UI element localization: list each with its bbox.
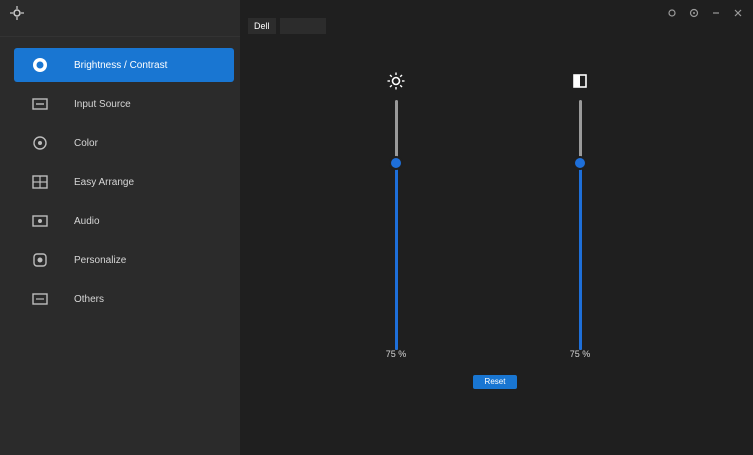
others-icon xyxy=(32,291,48,307)
sidebar-item-audio[interactable]: Audio xyxy=(14,204,234,238)
reset-button[interactable]: Reset xyxy=(473,375,517,389)
app-window: Brightness / Contrast Input Source Color… xyxy=(0,0,753,455)
brightness-value: 75 % xyxy=(385,349,407,359)
sidebar-item-label: Personalize xyxy=(74,254,127,266)
sidebar-nav: Brightness / Contrast Input Source Color… xyxy=(14,48,234,321)
sidebar-header xyxy=(0,0,240,37)
tab-monitor-1[interactable]: Dell xyxy=(248,18,276,34)
contrast-slider[interactable]: 75 % xyxy=(565,72,595,372)
easy-arrange-icon xyxy=(32,174,48,190)
sidebar-item-label: Input Source xyxy=(74,98,131,110)
tab-monitor-2[interactable] xyxy=(280,18,326,34)
slider-handle[interactable] xyxy=(573,155,587,170)
color-icon xyxy=(32,135,48,151)
close-icon[interactable] xyxy=(733,8,743,18)
audio-icon xyxy=(32,213,48,229)
help-icon[interactable] xyxy=(689,8,699,18)
settings-icon[interactable] xyxy=(667,8,677,18)
sidebar-item-brightness-contrast[interactable]: Brightness / Contrast xyxy=(14,48,234,82)
minimize-icon[interactable] xyxy=(711,8,721,18)
slider-handle[interactable] xyxy=(389,155,403,170)
main-panel: Dell 75 % 75 % Reset xyxy=(240,0,753,455)
contrast-value: 75 % xyxy=(569,349,591,359)
contrast-icon xyxy=(573,74,587,88)
app-logo-icon xyxy=(10,6,24,20)
personalize-icon xyxy=(32,252,48,268)
brightness-slider[interactable]: 75 % xyxy=(381,72,411,372)
window-controls xyxy=(667,8,743,18)
sidebar-item-label: Brightness / Contrast xyxy=(74,59,168,71)
sidebar-item-label: Others xyxy=(74,293,105,305)
sidebar-item-label: Audio xyxy=(74,215,100,227)
sidebar-item-label: Color xyxy=(74,137,98,149)
brightness-icon xyxy=(387,72,405,90)
sidebar-item-personalize[interactable]: Personalize xyxy=(14,243,234,277)
sidebar-item-label: Easy Arrange xyxy=(74,176,135,188)
slider-fill xyxy=(395,162,398,350)
sidebar-item-easy-arrange[interactable]: Easy Arrange xyxy=(14,165,234,199)
sidebar-item-color[interactable]: Color xyxy=(14,126,234,160)
slider-fill xyxy=(579,162,582,350)
sidebar: Brightness / Contrast Input Source Color… xyxy=(0,0,240,455)
brightness-icon xyxy=(32,57,48,73)
sidebar-item-input-source[interactable]: Input Source xyxy=(14,87,234,121)
sidebar-item-others[interactable]: Others xyxy=(14,282,234,316)
input-source-icon xyxy=(32,96,48,112)
